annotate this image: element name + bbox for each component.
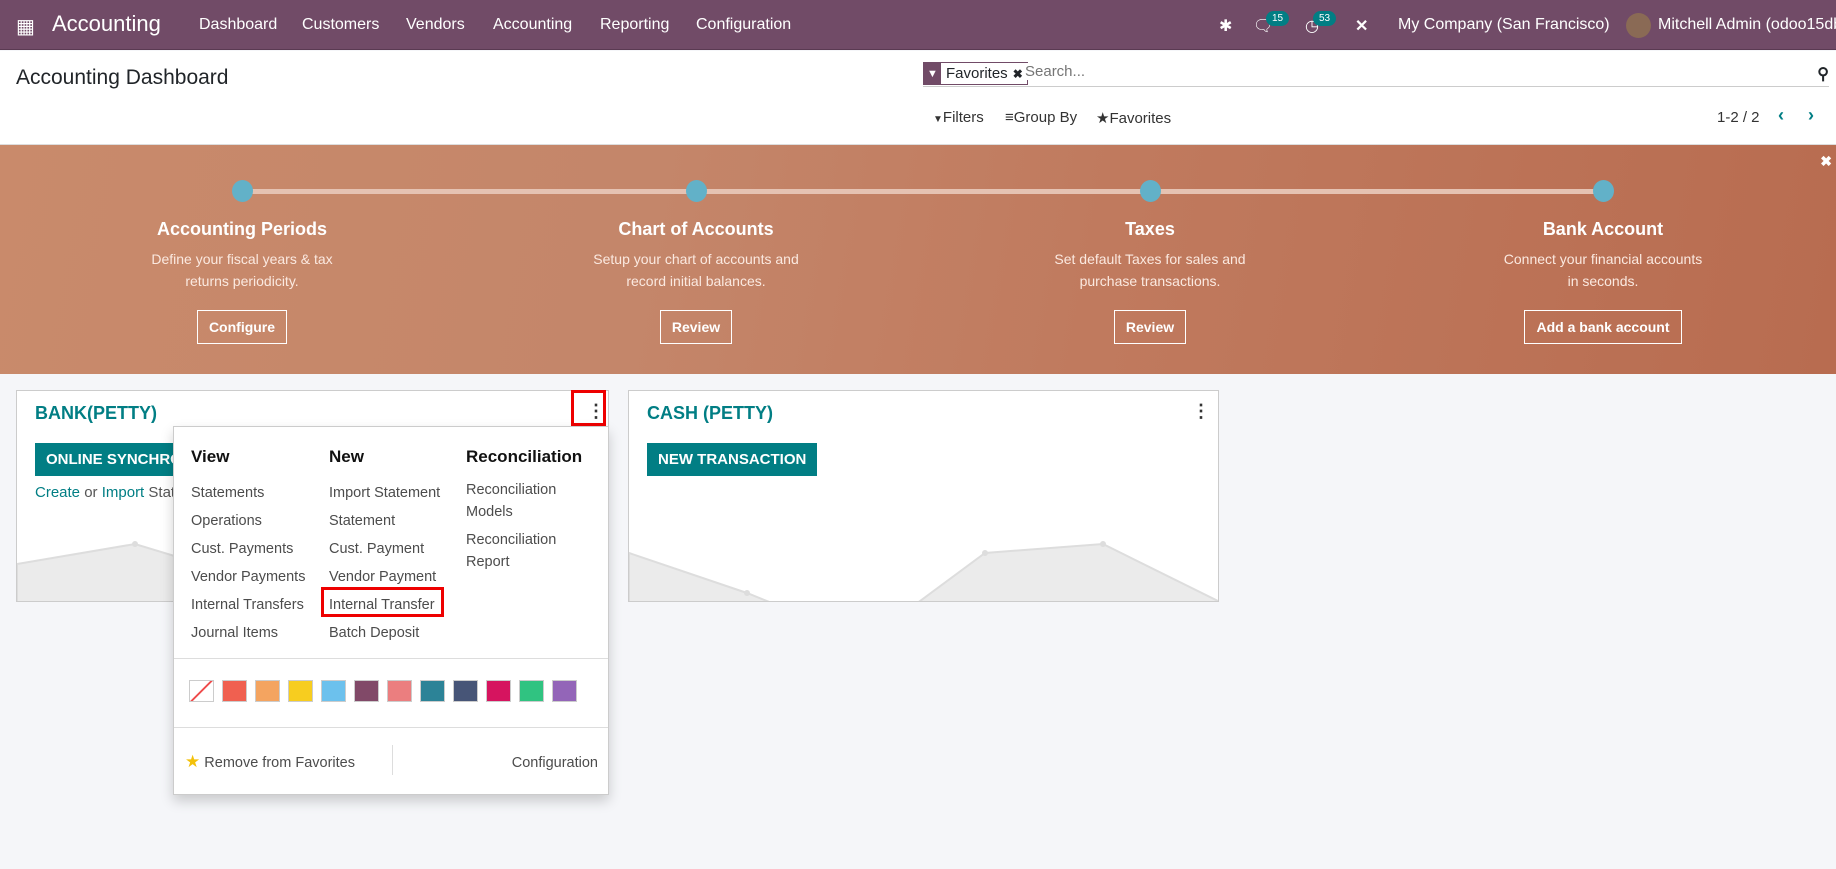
progress-line [242,189,1603,194]
review-button[interactable]: Review [659,310,733,344]
menu-statements[interactable]: Statements [191,479,305,507]
step-desc: Set default Taxes for sales and purchase… [1054,251,1246,289]
divider [392,745,393,775]
configuration-link[interactable]: Configuration [512,755,598,771]
favorites-label: Favorites [1109,110,1172,127]
journal-graph [629,541,1218,601]
menu-vendors[interactable]: Vendors [406,16,465,34]
filter-icon: ▼ [933,114,943,125]
add-bank-account-button[interactable]: Add a bank account [1524,310,1682,344]
tools-icon[interactable]: ✕ [1355,16,1368,36]
color-swatch[interactable] [486,680,511,702]
step-title: Bank Account [1542,219,1664,239]
menu-new-cust-payment[interactable]: Cust. Payment [329,535,440,563]
app-title[interactable]: Accounting [52,11,161,37]
search-facet-favorites[interactable]: ▼ Favorites ✖ [923,62,1028,85]
step-title: Taxes [1125,219,1175,239]
color-swatch[interactable] [519,680,544,702]
filters-button[interactable]: ▼Filters [933,109,984,126]
remove-favorites-label: Remove from Favorites [204,755,355,771]
color-swatch[interactable] [321,680,346,702]
view-heading: View [191,447,230,466]
user-menu[interactable]: Mitchell Admin (odoo15db) [1658,16,1836,34]
menu-new-batch-deposit[interactable]: Batch Deposit [329,619,440,647]
menu-import-statement[interactable]: Import Statement [329,479,440,507]
debug-bug-icon[interactable]: ✱ [1219,16,1232,36]
configure-button[interactable]: Configure [196,310,288,344]
facet-label: Favorites [946,65,1008,82]
step-bank-account: Bank Account Connect your financial accou… [1453,145,1753,344]
menu-configuration[interactable]: Configuration [696,16,791,34]
menu-operations[interactable]: Operations [191,507,305,535]
reconciliation-heading: Reconciliation [466,447,583,466]
step-desc: Setup your chart of accounts and record … [593,251,799,289]
color-swatch[interactable] [255,680,280,702]
kebab-menu-icon[interactable]: ⋮ [1192,401,1210,422]
color-swatch[interactable] [354,680,379,702]
menu-vendor-payments[interactable]: Vendor Payments [191,563,305,591]
page-title: Accounting Dashboard [16,66,229,89]
step-desc: Define your fiscal years & tax returns p… [151,251,333,289]
menu-internal-transfers[interactable]: Internal Transfers [191,591,305,619]
menu-dashboard[interactable]: Dashboard [199,16,277,34]
menu-customers[interactable]: Customers [302,16,379,34]
pager-value[interactable]: 1-2 / 2 [1717,109,1760,126]
onboarding-banner: ✖ Accounting Periods Define your fiscal y… [0,145,1836,374]
search-bar[interactable]: ▼ Favorites ✖ ⚲ [923,62,1829,87]
menu-new-statement[interactable]: Statement [329,507,440,535]
menu-journal-items[interactable]: Journal Items [191,619,305,647]
journal-card-cash: CASH (PETTY) NEW TRANSACTION ⋮ [628,390,1219,602]
step-accounting-periods: Accounting Periods Define your fiscal yea… [92,145,392,344]
highlight-kebab [571,390,606,426]
filters-label: Filters [942,109,984,126]
journal-dropdown-menu: View Statements Operations Cust. Payment… [173,426,609,795]
group-by-button[interactable]: ≡Group By [1005,109,1077,126]
pager-prev-icon[interactable]: ‹ [1778,105,1784,126]
color-swatch[interactable] [387,680,412,702]
menu-cust-payments[interactable]: Cust. Payments [191,535,305,563]
activities-badge: 53 [1313,11,1337,26]
pager-next-icon[interactable]: › [1808,105,1814,126]
step-taxes: Taxes Set default Taxes for sales and pur… [1000,145,1300,344]
star-icon: ★ [185,752,201,771]
reconciliation-column: Reconciliation Reconciliation Models Rec… [466,447,596,573]
menu-reconciliation-report[interactable]: Reconciliation Report [466,529,596,573]
color-swatch[interactable] [552,680,577,702]
step-title: Chart of Accounts [618,219,774,239]
view-column: View Statements Operations Cust. Payment… [191,447,305,647]
messages-badge: 15 [1266,11,1290,26]
highlight-internal-transfer [321,587,444,617]
list-icon: ≡ [1005,109,1014,126]
review-button[interactable]: Review [1113,310,1187,344]
apps-menu-icon[interactable]: ▦ [16,14,35,39]
color-none[interactable] [189,680,214,702]
color-swatch[interactable] [453,680,478,702]
star-icon: ★ [1096,110,1110,127]
step-desc: Connect your financial accounts in secon… [1503,251,1703,289]
step-title: Accounting Periods [156,219,327,239]
color-swatch[interactable] [288,680,313,702]
company-switcher[interactable]: My Company (San Francisco) [1398,16,1610,34]
divider [174,658,608,659]
search-icon[interactable]: ⚲ [1817,64,1829,84]
menu-reporting[interactable]: Reporting [600,16,669,34]
top-navbar: ▦ Accounting Dashboard Customers Vendors… [0,0,1836,50]
color-swatch[interactable] [420,680,445,702]
new-column: New Import Statement Statement Cust. Pay… [329,447,440,647]
menu-accounting[interactable]: Accounting [493,16,572,34]
menu-reconciliation-models[interactable]: Reconciliation Models [466,479,596,523]
close-banner-icon[interactable]: ✖ [1820,153,1832,170]
new-heading: New [329,447,364,466]
remove-favorites-button[interactable]: ★ Remove from Favorites [185,752,355,772]
filter-icon: ▼ [924,63,941,84]
favorites-button[interactable]: ★Favorites [1096,109,1171,127]
avatar[interactable] [1626,13,1651,38]
group-by-label: Group By [1013,109,1078,126]
step-chart-of-accounts: Chart of Accounts Setup your chart of acc… [546,145,846,344]
search-input[interactable] [1025,63,1725,80]
color-swatch[interactable] [222,680,247,702]
divider [174,727,608,728]
